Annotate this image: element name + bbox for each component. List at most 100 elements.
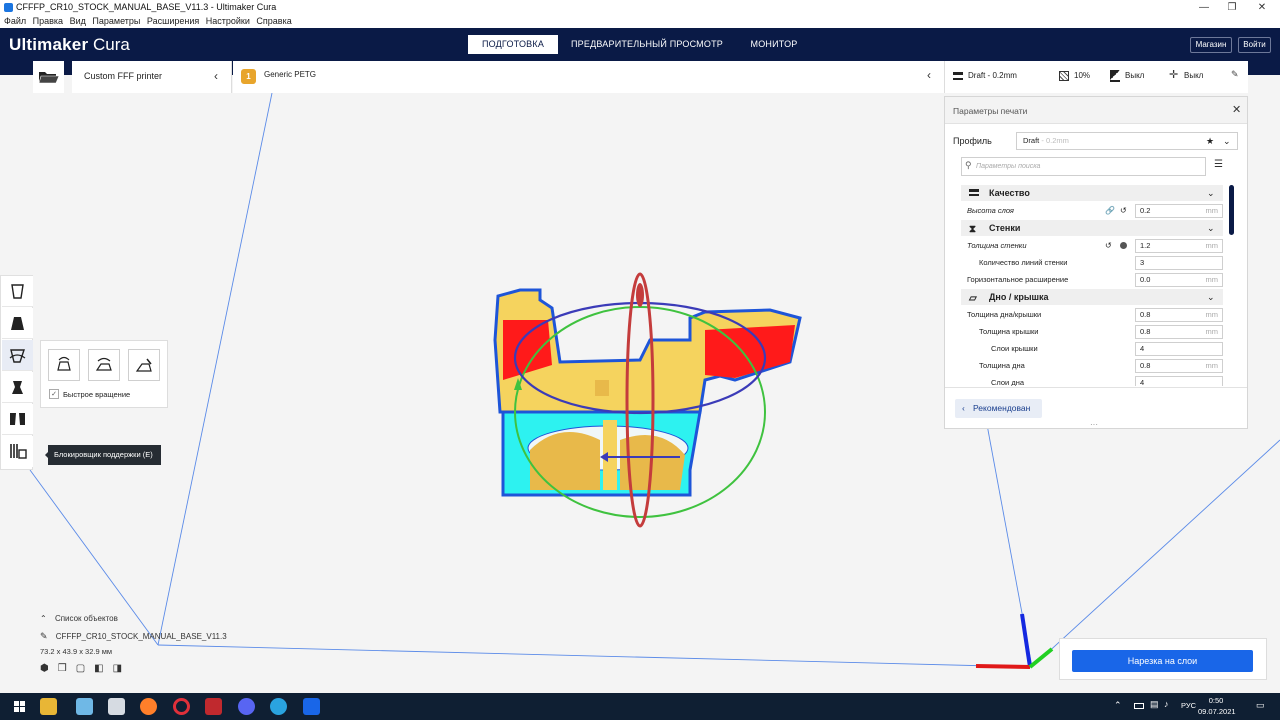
- chevron-down-icon: ⌄: [1207, 188, 1215, 198]
- firefox-icon[interactable]: [140, 698, 157, 715]
- snap-rotation-checkbox[interactable]: ✓: [49, 389, 59, 399]
- star-icon[interactable]: ★: [1206, 133, 1214, 149]
- menu-file[interactable]: Файл: [4, 16, 26, 26]
- slice-panel: Нарезка на слои: [1059, 638, 1267, 680]
- settings-search-input[interactable]: ⚲ Параметры поиска: [961, 157, 1206, 176]
- setting-bottom-layers[interactable]: Слои дна 4: [967, 374, 1223, 386]
- support-icon: [1110, 70, 1120, 82]
- scale-tool[interactable]: [2, 308, 33, 339]
- wall-thickness-input[interactable]: 1.2 mm: [1135, 239, 1223, 253]
- menu-settings[interactable]: Настройки: [206, 16, 250, 26]
- reset-icon[interactable]: ↺: [1105, 237, 1112, 254]
- horizontal-expansion-input[interactable]: 0.0 mm: [1135, 273, 1223, 287]
- minimize-button[interactable]: —: [1190, 0, 1218, 15]
- explorer-icon[interactable]: [40, 698, 57, 715]
- category-top-bottom[interactable]: ⏥ Дно / крышка ⌄: [961, 289, 1223, 305]
- move-tool[interactable]: [2, 276, 33, 307]
- tab-monitor[interactable]: МОНИТОР: [738, 35, 810, 54]
- chevron-left-icon: ‹: [927, 68, 931, 82]
- setting-horizontal-expansion[interactable]: Горизонтальное расширение 0.0 mm: [967, 271, 1223, 288]
- tray-chevron-icon[interactable]: ⌃: [1114, 700, 1122, 711]
- printer-selector[interactable]: Custom FFF printer ‹: [72, 61, 232, 93]
- discord-icon[interactable]: [238, 698, 255, 715]
- mirror-tool[interactable]: [2, 372, 33, 403]
- notifications-icon[interactable]: ▭: [1256, 700, 1265, 711]
- move-icon: [11, 284, 24, 299]
- store-button[interactable]: Магазин: [1190, 37, 1232, 53]
- battery-icon: [1134, 703, 1144, 709]
- notepad-icon[interactable]: [108, 698, 125, 715]
- setting-top-bottom-thickness[interactable]: Толщина дна/крышки 0.8 mm: [967, 306, 1223, 323]
- top-bottom-thickness-input[interactable]: 0.8 mm: [1135, 308, 1223, 322]
- close-icon[interactable]: ✕: [1232, 103, 1241, 116]
- setting-top-thickness[interactable]: Толщина крышки 0.8 mm: [967, 323, 1223, 340]
- category-quality[interactable]: Качество ⌄: [961, 185, 1223, 201]
- reset-rotation-button[interactable]: [48, 349, 80, 381]
- wall-line-count-input[interactable]: 3: [1135, 256, 1223, 270]
- lay-flat-button[interactable]: [88, 349, 120, 381]
- open-file-button[interactable]: [33, 61, 64, 93]
- close-window-button[interactable]: ✕: [1248, 0, 1276, 15]
- menu-edit[interactable]: Правка: [33, 16, 63, 26]
- panel-header: Параметры печати ✕: [945, 97, 1247, 124]
- menu-parameters[interactable]: Параметры: [92, 16, 140, 26]
- language-indicator[interactable]: РУС: [1181, 701, 1196, 710]
- bottom-layers-input[interactable]: 4: [1135, 376, 1223, 386]
- panel-title: Параметры печати: [953, 106, 1028, 116]
- chevron-up-icon: ⌃: [40, 614, 47, 623]
- rotate-tool[interactable]: [2, 340, 33, 371]
- menu-extensions[interactable]: Расширения: [147, 16, 199, 26]
- menu-bar: Файл Правка Вид Параметры Расширения Нас…: [0, 15, 1280, 28]
- select-face-button[interactable]: [128, 349, 160, 381]
- menu-view[interactable]: Вид: [70, 16, 86, 26]
- view-buttons: ⬢❒▢◧◨: [40, 663, 227, 674]
- front-view-icon[interactable]: ❒: [58, 663, 76, 674]
- setting-wall-line-count[interactable]: Количество линий стенки 3: [967, 254, 1223, 271]
- cura-app-icon: [4, 3, 13, 12]
- top-layers-input[interactable]: 4: [1135, 342, 1223, 356]
- top-thickness-input[interactable]: 0.8 mm: [1135, 325, 1223, 339]
- volume-icon[interactable]: ♪: [1164, 699, 1169, 709]
- setting-top-layers[interactable]: Слои крышки 4: [967, 340, 1223, 357]
- layer-height-input[interactable]: 0.2 mm: [1135, 204, 1223, 218]
- per-model-settings-tool[interactable]: [2, 404, 33, 435]
- mail-icon[interactable]: [76, 698, 93, 715]
- print-settings-summary[interactable]: Draft - 0.2mm 10% Выкл ✛ Выкл ✎: [944, 61, 1248, 93]
- settings-scrollbar[interactable]: [1229, 185, 1234, 235]
- 3d-view-icon[interactable]: ⬢: [40, 663, 58, 674]
- slice-button[interactable]: Нарезка на слои: [1072, 650, 1253, 672]
- object-list-toggle[interactable]: ⌃ Список объектов: [40, 614, 227, 623]
- bottom-thickness-input[interactable]: 0.8 mm: [1135, 359, 1223, 373]
- system-clock[interactable]: 0:50 09.07.2021: [1198, 695, 1236, 717]
- setting-wall-thickness[interactable]: Толщина стенки ↺ 1.2 mm: [967, 237, 1223, 254]
- object-row[interactable]: ✎ CFFFP_CR10_STOCK_MANUAL_BASE_V11.3: [40, 631, 227, 642]
- network-icon[interactable]: ▤: [1150, 699, 1159, 710]
- opera-icon[interactable]: [173, 698, 190, 715]
- tab-preview[interactable]: ПРЕДВАРИТЕЛЬНЫЙ ПРОСМОТР: [566, 35, 728, 54]
- telegram-icon[interactable]: [270, 698, 287, 715]
- quality-icon: [969, 189, 979, 196]
- cura-taskbar-icon[interactable]: [303, 698, 320, 715]
- tab-prepare[interactable]: ПОДГОТОВКА: [468, 35, 558, 54]
- object-list: ⌃ Список объектов ✎ CFFFP_CR10_STOCK_MAN…: [40, 614, 227, 674]
- foxit-icon[interactable]: [205, 698, 222, 715]
- resize-handle[interactable]: ···: [1090, 421, 1098, 429]
- recommended-button[interactable]: ‹ Рекомендован: [955, 399, 1042, 418]
- reset-icon[interactable]: ↺: [1120, 202, 1127, 219]
- top-view-icon[interactable]: ▢: [76, 663, 94, 674]
- maximize-button[interactable]: ❐: [1218, 0, 1246, 15]
- lay-flat-icon: [95, 357, 112, 371]
- right-view-icon[interactable]: ◨: [113, 663, 131, 674]
- windows-start-icon[interactable]: [14, 701, 25, 712]
- menu-help[interactable]: Справка: [256, 16, 291, 26]
- setting-bottom-thickness[interactable]: Толщина дна 0.8 mm: [967, 357, 1223, 374]
- login-button[interactable]: Войти: [1238, 37, 1271, 53]
- profile-dropdown[interactable]: Draft - 0.2mm ★ ⌄: [1016, 132, 1238, 150]
- menu-icon[interactable]: ☰: [1214, 159, 1223, 170]
- left-view-icon[interactable]: ◧: [94, 663, 112, 674]
- chevron-down-icon: ⌄: [1223, 136, 1231, 146]
- support-blocker-tool[interactable]: [2, 436, 33, 467]
- material-selector[interactable]: 1 Generic PETG ‹: [233, 61, 944, 93]
- category-walls[interactable]: ⧗ Стенки ⌄: [961, 220, 1223, 236]
- setting-layer-height[interactable]: Высота слоя 🔗 ↺ 0.2 mm: [967, 202, 1223, 219]
